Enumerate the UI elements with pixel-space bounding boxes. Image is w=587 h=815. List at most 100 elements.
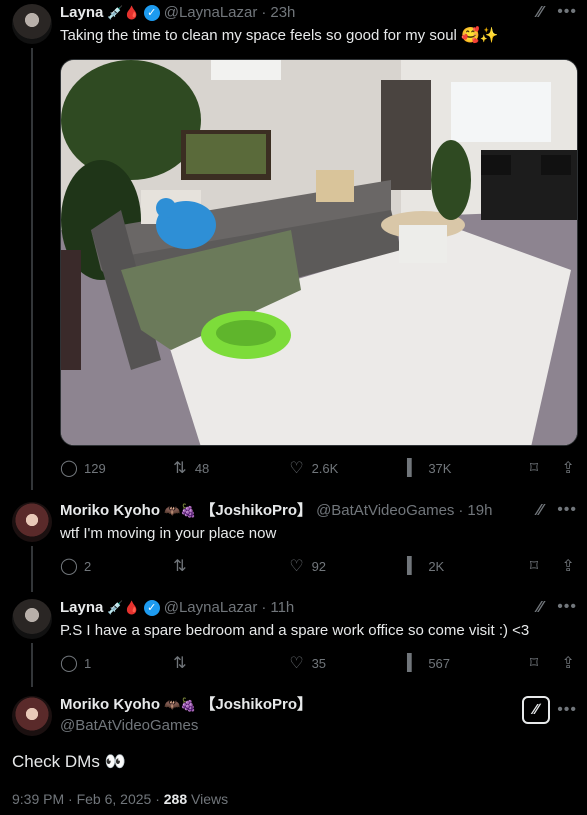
reply-count: 2 (84, 558, 92, 574)
grok-icon[interactable]: ⁄∕ (531, 599, 549, 617)
grok-icon[interactable]: ⁄∕ (531, 502, 549, 520)
views-button[interactable]: ▍ 37K (404, 458, 525, 478)
reply-icon: ◯ (60, 460, 78, 477)
display-name[interactable]: Layna (60, 3, 103, 23)
avatar[interactable] (12, 4, 52, 44)
views-count: 37K (428, 460, 452, 476)
grok-icon[interactable]: ⁄∕ (531, 4, 549, 22)
reply-icon: ◯ (60, 655, 78, 672)
reply-count: 129 (84, 460, 106, 476)
avatar[interactable] (12, 599, 52, 639)
name-emoji: 🦇🍇 (164, 697, 197, 712)
views-icon: ▍ (407, 655, 420, 672)
grok-icon[interactable]: ⁄∕ (522, 696, 550, 724)
avatar[interactable] (12, 502, 52, 542)
verified-badge-icon: ✓ (143, 600, 160, 616)
reply-icon: ◯ (60, 558, 78, 575)
bookmark-button[interactable]: ⌑ (525, 458, 543, 478)
like-button[interactable]: ♡ 92 (288, 556, 405, 576)
tweet-header: Layna 💉🩸 ✓ @LaynaLazar · 23h (60, 3, 527, 23)
display-name-suffix: 【JoshikoPro】 (200, 502, 313, 519)
views-count: 567 (428, 655, 451, 671)
like-count: 92 (311, 558, 327, 574)
bookmark-icon: ⌑ (529, 655, 539, 672)
views-icon: ▍ (407, 460, 420, 477)
like-count: 2.6K (311, 460, 339, 476)
share-button[interactable]: ⇪ (559, 458, 577, 478)
share-button[interactable]: ⇪ (559, 556, 577, 576)
reply-button[interactable]: ◯ 2 (60, 556, 171, 576)
repost-button[interactable]: ⇅ 48 (171, 458, 288, 478)
main-tweet-text: Check DMs 👀 (12, 752, 126, 771)
more-icon[interactable]: ••• (557, 598, 577, 616)
tweet-meta: 9:39 PM · Feb 6, 2025 · 288 Views (12, 790, 228, 808)
views-count: 2K (428, 558, 445, 574)
share-icon: ⇪ (561, 558, 575, 575)
views-button[interactable]: ▍ 2K (404, 556, 525, 576)
bookmark-button[interactable]: ⌑ (525, 556, 543, 576)
share-button[interactable]: ⇪ (559, 653, 577, 673)
display-name-suffix: 【JoshikoPro】 (200, 696, 313, 713)
bookmark-icon: ⌑ (529, 460, 539, 477)
timestamp[interactable]: 11h (270, 598, 294, 618)
name-emoji: 🦇🍇 (164, 503, 197, 518)
display-name[interactable]: Moriko Kyoho (60, 501, 160, 521)
repost-icon: ⇅ (173, 655, 187, 672)
repost-count: 48 (194, 460, 210, 476)
heart-icon: ♡ (289, 558, 304, 575)
timestamp[interactable]: 19h (467, 501, 492, 521)
handle[interactable]: @BatAtVideoGames (316, 501, 454, 521)
tweet-actions-right: ⌑ ⇪ (525, 556, 577, 576)
more-icon[interactable]: ••• (557, 701, 577, 719)
repost-icon: ⇅ (173, 460, 187, 477)
living-room-photo (61, 60, 577, 445)
display-name[interactable]: Layna (60, 598, 103, 618)
handle[interactable]: @BatAtVideoGames (60, 716, 198, 736)
avatar[interactable] (12, 696, 52, 736)
separator-dot: · (458, 502, 464, 519)
tweet-1[interactable]: Layna 💉🩸 ✓ @LaynaLazar · 23h ⁄∕ ••• Taki… (0, 0, 587, 490)
views-count: 288 (163, 791, 188, 807)
more-icon[interactable]: ••• (557, 501, 577, 519)
name-emoji: 💉🩸 (107, 600, 140, 615)
separator-dot: · (261, 4, 267, 21)
like-button[interactable]: ♡ 2.6K (288, 458, 405, 478)
reply-button[interactable]: ◯ 129 (60, 458, 171, 478)
views-label: Views (187, 791, 229, 807)
handle[interactable]: @LaynaLazar (164, 3, 258, 23)
tweet-text: wtf I'm moving in your place now (60, 525, 277, 542)
more-icon[interactable]: ••• (557, 3, 577, 21)
share-icon: ⇪ (561, 655, 575, 672)
tweet-header: Moriko Kyoho 🦇🍇 【JoshikoPro】 (60, 695, 527, 715)
verified-badge-icon: ✓ (143, 5, 160, 21)
tweet-header: Layna 💉🩸 ✓ @LaynaLazar · 11h (60, 598, 527, 618)
tweet-text: Taking the time to clean my space feels … (60, 27, 499, 44)
heart-icon: ♡ (289, 460, 304, 477)
tweet-2[interactable]: Moriko Kyoho 🦇🍇 【JoshikoPro】 @BatAtVideo… (0, 500, 587, 592)
repost-icon: ⇅ (173, 558, 187, 575)
tweet-actions: ◯ 2 ⇅ ♡ 92 ▍ 2K ⌑ ⇪ (60, 556, 577, 576)
like-button[interactable]: ♡ 35 (288, 653, 405, 673)
repost-button[interactable]: ⇅ (171, 653, 288, 673)
views-icon: ▍ (407, 558, 420, 575)
main-timestamp[interactable]: 9:39 PM · Feb 6, 2025 · (12, 791, 164, 807)
display-name[interactable]: Moriko Kyoho (60, 695, 160, 715)
tweet-actions-right: ⌑ ⇪ (525, 458, 577, 478)
tweet-3[interactable]: Layna 💉🩸 ✓ @LaynaLazar · 11h ⁄∕ ••• P.S … (0, 597, 587, 687)
reply-button[interactable]: ◯ 1 (60, 653, 171, 673)
views-button[interactable]: ▍ 567 (404, 653, 525, 673)
share-icon: ⇪ (561, 460, 575, 477)
tweet-photo[interactable] (60, 59, 578, 446)
tweet-header: Moriko Kyoho 🦇🍇 【JoshikoPro】 @BatAtVideo… (60, 501, 527, 521)
like-count: 35 (311, 655, 327, 671)
timestamp[interactable]: 23h (270, 3, 295, 23)
reply-count: 1 (84, 655, 92, 671)
bookmark-button[interactable]: ⌑ (525, 653, 543, 673)
thread-line (31, 643, 33, 687)
repost-button[interactable]: ⇅ (171, 556, 288, 576)
tweet-actions: ◯ 129 ⇅ 48 ♡ 2.6K ▍ 37K ⌑ ⇪ (60, 458, 577, 478)
handle[interactable]: @LaynaLazar (164, 598, 258, 618)
tweet-actions: ◯ 1 ⇅ ♡ 35 ▍ 567 ⌑ ⇪ (60, 653, 577, 673)
thread-line (31, 546, 33, 592)
name-emoji: 💉🩸 (107, 5, 140, 20)
